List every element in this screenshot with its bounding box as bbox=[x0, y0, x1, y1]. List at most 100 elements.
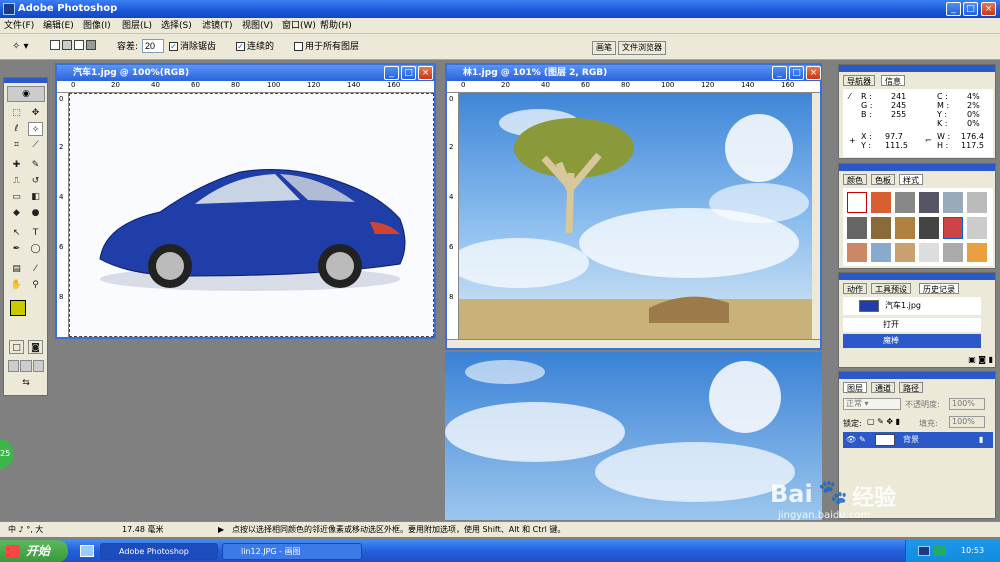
menu-edit[interactable]: 编辑(E) bbox=[43, 18, 74, 34]
doc2-maximize-button[interactable]: □ bbox=[789, 66, 804, 80]
slice-tool-icon[interactable]: ⟋ bbox=[28, 138, 43, 152]
jump-to-imageready-icon[interactable]: ⇆ bbox=[9, 376, 43, 390]
style-swatch[interactable] bbox=[871, 217, 891, 239]
tab-actions[interactable]: 动作 bbox=[843, 283, 867, 294]
style-swatch[interactable] bbox=[919, 192, 939, 214]
shape-tool-icon[interactable]: ◯ bbox=[28, 242, 43, 256]
doc2-close-button[interactable]: × bbox=[806, 66, 821, 80]
tab-info[interactable]: 信息 bbox=[881, 75, 905, 86]
gradient-tool-icon[interactable]: ◧ bbox=[28, 190, 43, 204]
tree-canvas[interactable] bbox=[459, 93, 812, 339]
intersect-selection-icon[interactable] bbox=[86, 40, 96, 50]
fill-input[interactable]: 100% bbox=[949, 416, 985, 428]
add-selection-icon[interactable] bbox=[62, 40, 72, 50]
style-swatch[interactable] bbox=[871, 242, 891, 262]
antialias-checkbox[interactable]: ✓ 消除锯齿 bbox=[169, 40, 216, 54]
eyedropper-tool-icon[interactable]: ⁄ bbox=[28, 262, 43, 276]
notes-tool-icon[interactable]: ▤ bbox=[9, 262, 24, 276]
quick-launch-icon[interactable] bbox=[80, 545, 94, 557]
style-swatch[interactable] bbox=[967, 192, 987, 214]
ime-toolbar[interactable]: 中 ♪ °, 大 bbox=[8, 522, 43, 538]
tray-network-icon[interactable] bbox=[934, 546, 946, 556]
doc2-minimize-button[interactable]: _ bbox=[772, 66, 787, 80]
path-select-tool-icon[interactable]: ↖ bbox=[9, 226, 24, 240]
menu-image[interactable]: 图像(I) bbox=[83, 18, 111, 34]
menu-filter[interactable]: 滤镜(T) bbox=[202, 18, 233, 34]
style-swatch[interactable] bbox=[895, 242, 915, 262]
doc1-close-button[interactable]: × bbox=[418, 66, 433, 80]
dodge-tool-icon[interactable]: ● bbox=[28, 206, 43, 220]
layer-row-background[interactable]: 👁 ✎ 背景 ▮ bbox=[843, 432, 993, 448]
menu-select[interactable]: 选择(S) bbox=[161, 18, 192, 34]
style-swatch[interactable] bbox=[943, 217, 963, 239]
move-tool-icon[interactable]: ✥ bbox=[28, 106, 43, 120]
style-swatch[interactable] bbox=[847, 217, 867, 239]
standard-mode-icon[interactable]: □ bbox=[9, 340, 24, 354]
tab-navigator[interactable]: 导航器 bbox=[843, 75, 875, 86]
tab-history[interactable]: 历史记录 bbox=[919, 283, 959, 294]
car-canvas[interactable] bbox=[69, 93, 434, 337]
pen-tool-icon[interactable]: ✒ bbox=[9, 242, 24, 256]
style-swatch[interactable] bbox=[919, 242, 939, 262]
task-photoshop[interactable]: Adobe Photoshop bbox=[100, 543, 218, 560]
lock-icons[interactable]: ▢ ✎ ✥ ▮ bbox=[867, 417, 900, 426]
photoshop-eye-icon[interactable]: ◉ bbox=[7, 86, 45, 102]
quick-mask-icon[interactable]: ◙ bbox=[28, 340, 43, 354]
floating-badge[interactable]: 25 bbox=[0, 439, 13, 469]
magic-wand-tool-icon[interactable]: ✧ bbox=[28, 122, 43, 136]
style-swatch[interactable] bbox=[895, 192, 915, 214]
doc1-maximize-button[interactable]: □ bbox=[401, 66, 416, 80]
eraser-tool-icon[interactable]: ▭ bbox=[9, 190, 24, 204]
style-swatch[interactable] bbox=[871, 192, 891, 214]
tab-file-browser[interactable]: 文件浏览器 bbox=[618, 41, 666, 55]
foreground-color-swatch[interactable] bbox=[10, 300, 26, 316]
style-swatch[interactable] bbox=[847, 242, 867, 262]
tray-photoshop-icon[interactable] bbox=[918, 546, 930, 556]
history-brush-tool-icon[interactable]: ↺ bbox=[28, 174, 43, 188]
tab-swatches[interactable]: 色板 bbox=[871, 174, 895, 185]
history-footer-icons[interactable]: ▣ ◙ ▮ bbox=[843, 355, 993, 365]
menu-file[interactable]: 文件(F) bbox=[4, 18, 34, 34]
stamp-tool-icon[interactable]: ⎍ bbox=[9, 174, 24, 188]
zoom-tool-icon[interactable]: ⚲ bbox=[28, 278, 43, 292]
tab-paths[interactable]: 路径 bbox=[899, 382, 923, 393]
play-icon[interactable]: ▶ bbox=[218, 522, 224, 538]
brush-tool-icon[interactable]: ✎ bbox=[28, 158, 43, 172]
opacity-input[interactable]: 100% bbox=[949, 398, 985, 410]
task-paint[interactable]: lin12.JPG - 画图 bbox=[222, 543, 362, 560]
marquee-tool-icon[interactable]: ⬚ bbox=[9, 106, 24, 120]
crop-tool-icon[interactable]: ⌗ bbox=[9, 138, 24, 152]
style-swatch[interactable] bbox=[919, 217, 939, 239]
tab-channels[interactable]: 通道 bbox=[871, 382, 895, 393]
style-swatch[interactable] bbox=[943, 192, 963, 214]
screen-mode-standard-icon[interactable] bbox=[8, 360, 20, 372]
tab-brushes[interactable]: 画笔 bbox=[592, 41, 616, 55]
minimize-button[interactable]: _ bbox=[946, 2, 961, 16]
tolerance-input[interactable] bbox=[142, 39, 164, 53]
history-item-magic-wand[interactable]: 魔棒 bbox=[843, 334, 981, 348]
horizontal-scrollbar[interactable] bbox=[447, 339, 820, 348]
subtract-selection-icon[interactable] bbox=[74, 40, 84, 50]
style-swatch[interactable] bbox=[847, 192, 867, 214]
hand-tool-icon[interactable]: ✋ bbox=[9, 278, 24, 292]
close-button[interactable]: × bbox=[981, 2, 996, 16]
tab-tool-presets[interactable]: 工具预设 bbox=[871, 283, 911, 294]
new-selection-icon[interactable] bbox=[50, 40, 60, 50]
doc1-minimize-button[interactable]: _ bbox=[384, 66, 399, 80]
menu-help[interactable]: 帮助(H) bbox=[320, 18, 352, 34]
contiguous-checkbox[interactable]: ✓ 连续的 bbox=[236, 40, 274, 54]
blend-mode-select[interactable]: 正常 ▾ bbox=[843, 398, 901, 410]
style-swatch[interactable] bbox=[895, 217, 915, 239]
healing-tool-icon[interactable]: ✚ bbox=[9, 158, 24, 172]
style-swatch[interactable] bbox=[967, 242, 987, 262]
magic-wand-preset-icon[interactable]: ✧ ▾ bbox=[12, 40, 40, 54]
style-swatch[interactable] bbox=[967, 217, 987, 239]
menu-view[interactable]: 视图(V) bbox=[242, 18, 273, 34]
maximize-button[interactable]: □ bbox=[963, 2, 978, 16]
history-item-open[interactable]: 打开 bbox=[843, 318, 981, 332]
menu-window[interactable]: 窗口(W) bbox=[282, 18, 316, 34]
tab-styles[interactable]: 样式 bbox=[899, 174, 923, 185]
blur-tool-icon[interactable]: ◆ bbox=[9, 206, 24, 220]
eye-icon[interactable]: 👁 bbox=[846, 432, 856, 448]
tab-color[interactable]: 颜色 bbox=[843, 174, 867, 185]
